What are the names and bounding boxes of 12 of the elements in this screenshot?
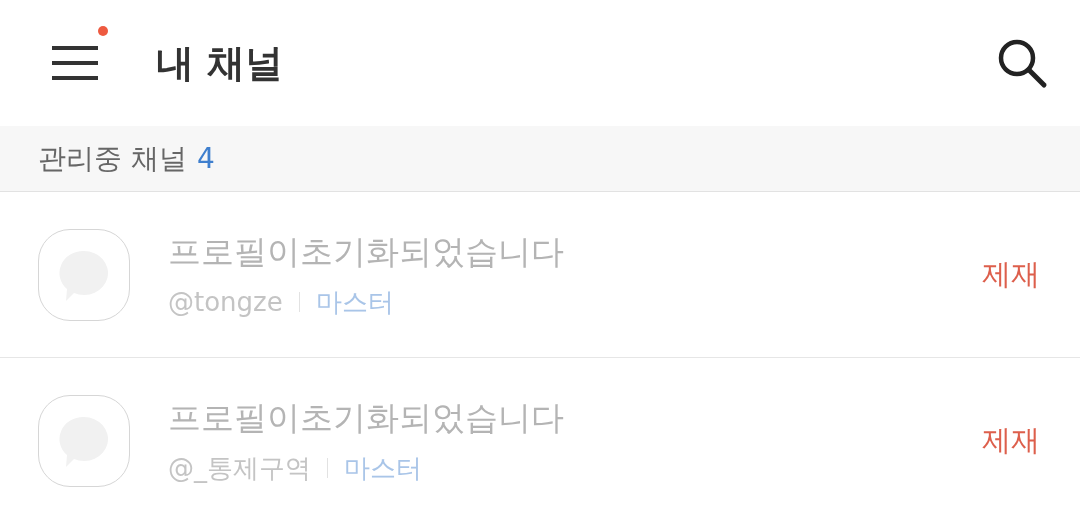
channel-count: 4	[196, 142, 215, 175]
sanction-button[interactable]: 제재	[982, 254, 1040, 295]
channel-handle: @tongze	[168, 287, 283, 317]
channel-name: 프로필이초기화되었습니다	[168, 230, 565, 273]
section-label: 관리중 채널	[38, 140, 187, 177]
role-label: 마스터	[315, 285, 394, 319]
page-title: 내 채널	[156, 39, 285, 87]
role-label: 마스터	[344, 451, 422, 485]
sanction-button[interactable]: 제재	[982, 420, 1040, 461]
channel-name: 프로필이초기화되었습니다	[168, 396, 565, 439]
channel-handle: @_통제구역	[168, 451, 311, 485]
search-button[interactable]	[996, 37, 1048, 89]
